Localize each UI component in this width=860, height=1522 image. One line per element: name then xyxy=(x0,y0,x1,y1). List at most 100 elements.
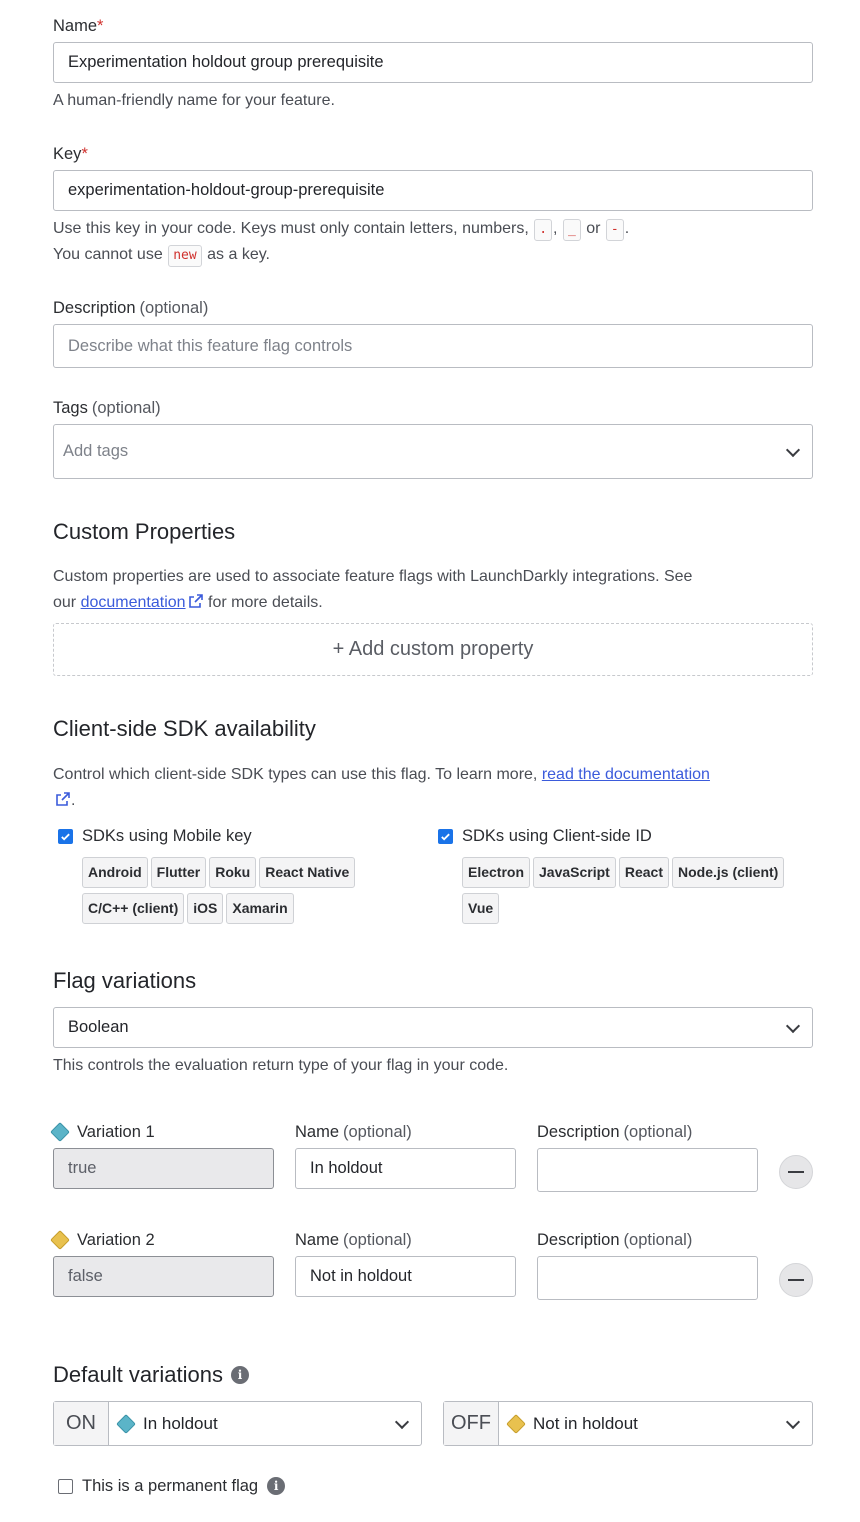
variation-type-select[interactable]: Boolean xyxy=(53,1007,813,1048)
mobile-sdk-chips: Android Flutter Roku React Native C/C++ … xyxy=(82,857,382,929)
key-input-value: experimentation-holdout-group-prerequisi… xyxy=(68,181,385,199)
sdk-chip-flutter: Flutter xyxy=(150,857,207,888)
sdk-chip-vue: Vue xyxy=(462,893,500,924)
default-on-value[interactable]: In holdout xyxy=(109,1402,421,1445)
optional-text: (optional) xyxy=(139,299,209,317)
description-label: Description (optional) xyxy=(53,298,208,318)
variation-type-help: This controls the evaluation return type… xyxy=(53,1057,509,1074)
variation-2-label: Variation 2 xyxy=(50,1230,155,1250)
optional-text: (optional) xyxy=(343,1231,412,1249)
sdk-chip-electron: Electron xyxy=(462,857,531,888)
or-text: or xyxy=(586,220,601,237)
description-label-text: Description xyxy=(53,299,136,317)
off-label: OFF xyxy=(444,1402,499,1445)
required-mark: * xyxy=(81,145,88,163)
external-link-icon[interactable] xyxy=(55,791,71,807)
sdk-help: Control which client-side SDK types can … xyxy=(53,762,823,814)
client-side-id-checkbox-row[interactable]: SDKs using Client-side ID xyxy=(438,826,652,846)
period: . xyxy=(71,792,76,809)
variation-1-value-text: true xyxy=(68,1159,97,1177)
comma: , xyxy=(553,220,558,237)
name-input[interactable]: Experimentation holdout group prerequisi… xyxy=(53,42,813,83)
key-help-2: You cannot use new as a key. xyxy=(53,242,270,268)
remove-variation-1-button[interactable] xyxy=(779,1155,813,1189)
external-link-icon[interactable] xyxy=(188,593,204,609)
name-help: A human-friendly name for your feature. xyxy=(53,92,335,109)
variation-1-value: true xyxy=(53,1148,274,1189)
code-underscore: _ xyxy=(562,219,581,241)
chevron-down-icon[interactable] xyxy=(785,1414,801,1429)
on-label: ON xyxy=(54,1402,109,1445)
key-input[interactable]: experimentation-holdout-group-prerequisi… xyxy=(53,170,813,211)
name-label: Name* xyxy=(53,16,103,36)
sdk-chip-android: Android xyxy=(82,857,148,888)
permanent-flag-checkbox[interactable] xyxy=(58,1478,73,1494)
variation-diamond-icon xyxy=(506,1413,526,1434)
add-custom-property-label: + Add custom property xyxy=(332,638,534,660)
variation-1-label: Variation 1 xyxy=(50,1122,155,1142)
code-new: new xyxy=(168,245,202,267)
sdk-chip-javascript: JavaScript xyxy=(533,857,616,888)
add-custom-property-button[interactable]: + Add custom property xyxy=(53,623,813,676)
optional-text: (optional) xyxy=(623,1231,693,1249)
chevron-down-icon[interactable] xyxy=(785,1018,801,1033)
description-placeholder: Describe what this feature flag controls xyxy=(68,336,353,355)
info-icon[interactable]: i xyxy=(267,1477,286,1495)
variation-2-name-input[interactable]: Not in holdout xyxy=(295,1256,516,1297)
permanent-flag-row[interactable]: This is a permanent flag i xyxy=(58,1476,286,1496)
variation-diamond-icon xyxy=(116,1413,136,1434)
variation-1-description-input[interactable] xyxy=(537,1148,758,1192)
mobile-key-checkbox-row[interactable]: SDKs using Mobile key xyxy=(58,826,252,846)
custom-properties-help: Custom properties are used to associate … xyxy=(53,564,813,616)
name-input-value: Experimentation holdout group prerequisi… xyxy=(68,53,384,71)
code-dash: - xyxy=(605,219,624,241)
variation-2-label-text: Variation 2 xyxy=(77,1231,155,1249)
optional-text: (optional) xyxy=(91,399,161,417)
description-input[interactable]: Describe what this feature flag controls xyxy=(53,324,813,368)
variation-type-value: Boolean xyxy=(68,1018,129,1036)
mobile-key-checkbox[interactable] xyxy=(58,828,73,844)
flag-variations-title: Flag variations xyxy=(53,968,197,993)
variation-diamond-icon xyxy=(50,1122,70,1142)
variation-1-name-label: Name (optional) xyxy=(295,1122,412,1142)
required-mark: * xyxy=(97,17,104,35)
variation-diamond-icon xyxy=(50,1230,70,1250)
variation-1-name-input[interactable]: In holdout xyxy=(295,1148,516,1189)
read-documentation-link[interactable]: read the documentation xyxy=(542,766,710,783)
default-off-value[interactable]: Not in holdout xyxy=(499,1402,812,1445)
remove-variation-2-button[interactable] xyxy=(779,1263,813,1297)
default-variations-title: Default variations i xyxy=(53,1362,249,1388)
custom-properties-title: Custom Properties xyxy=(53,519,236,544)
variation-2-name-value: Not in holdout xyxy=(310,1267,412,1285)
minus-icon xyxy=(788,1171,804,1173)
optional-text: (optional) xyxy=(343,1123,412,1141)
name-label-text: Name xyxy=(53,17,98,35)
tags-select[interactable]: Add tags xyxy=(53,424,813,479)
name-label-text: Name xyxy=(295,1123,340,1141)
mobile-key-label: SDKs using Mobile key xyxy=(82,827,252,845)
default-on-select[interactable]: ON In holdout xyxy=(53,1401,422,1446)
default-variations-title-text: Default variations xyxy=(53,1362,223,1387)
sdk-chip-cpp-client: C/C++ (client) xyxy=(82,893,185,924)
chevron-down-icon[interactable] xyxy=(394,1414,410,1429)
variation-2-value: false xyxy=(53,1256,274,1297)
minus-icon xyxy=(788,1279,804,1281)
custom-properties-help-text: Custom properties are used to associate … xyxy=(53,568,693,585)
our-text: our xyxy=(53,594,77,611)
sdk-chip-react-native: React Native xyxy=(259,857,356,888)
client-sdk-chips: Electron JavaScript React Node.js (clien… xyxy=(462,857,822,929)
sdk-chip-nodejs-client: Node.js (client) xyxy=(671,857,785,888)
variation-2-value-text: false xyxy=(68,1267,103,1285)
permanent-flag-label: This is a permanent flag xyxy=(82,1477,259,1495)
tags-label-text: Tags xyxy=(53,399,88,417)
chevron-down-icon[interactable] xyxy=(785,442,801,457)
client-side-id-label: SDKs using Client-side ID xyxy=(462,827,652,845)
variation-2-description-input[interactable] xyxy=(537,1256,758,1300)
sdk-title: Client-side SDK availability xyxy=(53,716,316,741)
description-label-text: Description xyxy=(537,1231,620,1249)
optional-text: (optional) xyxy=(623,1123,693,1141)
info-icon[interactable]: i xyxy=(230,1366,249,1384)
client-side-id-checkbox[interactable] xyxy=(438,828,453,844)
documentation-link[interactable]: documentation xyxy=(81,594,186,611)
default-off-select[interactable]: OFF Not in holdout xyxy=(443,1401,813,1446)
